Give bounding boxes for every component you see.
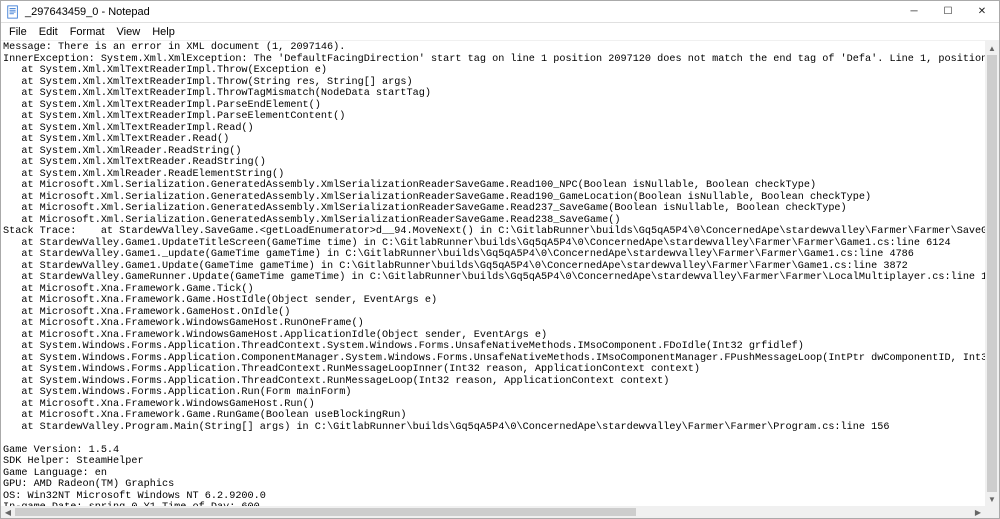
- menu-edit[interactable]: Edit: [33, 25, 64, 39]
- menu-format[interactable]: Format: [64, 25, 111, 39]
- horizontal-scrollbar[interactable]: ◀ ▶: [1, 506, 985, 518]
- menu-help[interactable]: Help: [146, 25, 181, 39]
- content-area: Message: There is an error in XML docume…: [1, 41, 999, 518]
- scrollbar-corner: [985, 506, 999, 518]
- hscroll-thumb[interactable]: [15, 508, 636, 516]
- menubar: File Edit Format View Help: [1, 23, 999, 41]
- minimize-button[interactable]: ─: [897, 1, 931, 23]
- vscroll-track[interactable]: [985, 55, 999, 492]
- vertical-scrollbar[interactable]: ▲ ▼: [985, 41, 999, 506]
- hscroll-track[interactable]: [15, 506, 971, 518]
- text-editor[interactable]: Message: There is an error in XML docume…: [1, 41, 985, 506]
- notepad-window: _297643459_0 - Notepad ─ ☐ ✕ File Edit F…: [0, 0, 1000, 519]
- scroll-down-arrow-icon[interactable]: ▼: [985, 492, 999, 506]
- maximize-button[interactable]: ☐: [931, 1, 965, 23]
- vscroll-thumb[interactable]: [987, 55, 997, 492]
- scroll-left-arrow-icon[interactable]: ◀: [1, 506, 15, 518]
- window-title: _297643459_0 - Notepad: [25, 6, 150, 18]
- menu-view[interactable]: View: [111, 25, 147, 39]
- scroll-up-arrow-icon[interactable]: ▲: [985, 41, 999, 55]
- notepad-icon: [5, 4, 21, 20]
- scroll-right-arrow-icon[interactable]: ▶: [971, 506, 985, 518]
- close-button[interactable]: ✕: [965, 1, 999, 23]
- menu-file[interactable]: File: [3, 25, 33, 39]
- titlebar[interactable]: _297643459_0 - Notepad ─ ☐ ✕: [1, 1, 999, 23]
